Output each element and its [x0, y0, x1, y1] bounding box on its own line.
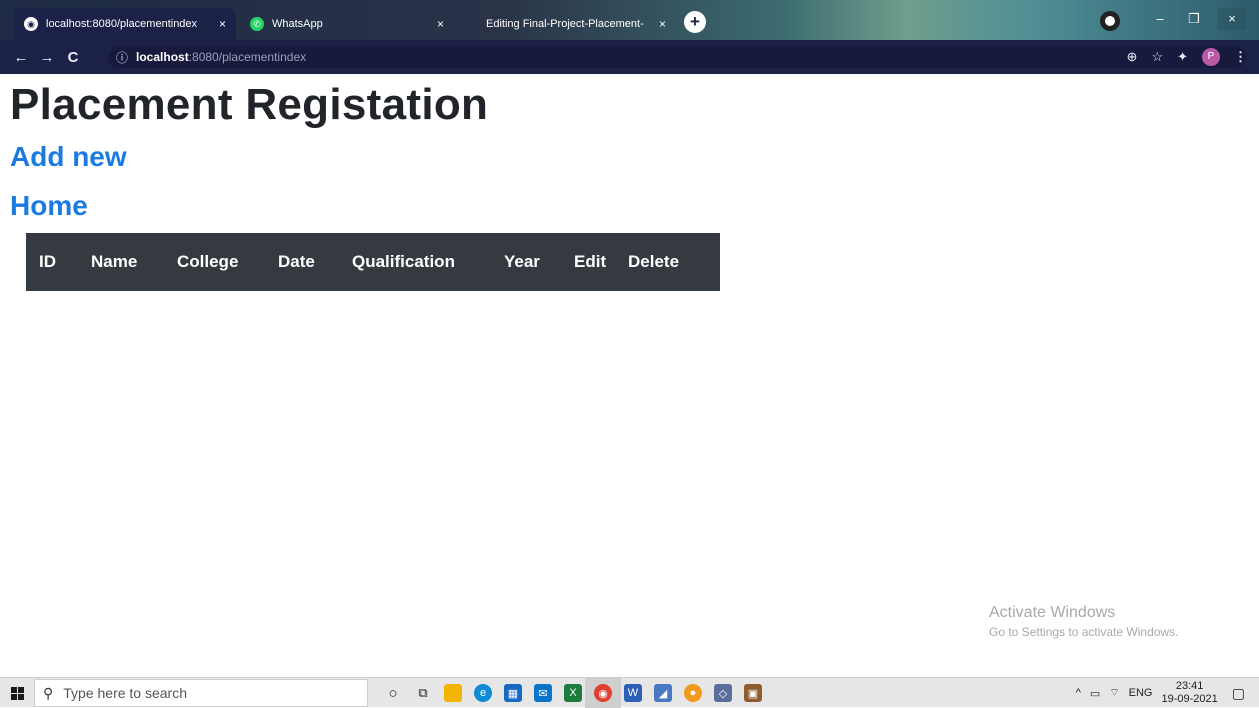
site-info-icon[interactable]: ⓘ [116, 49, 128, 66]
close-tab-icon[interactable]: × [437, 17, 444, 31]
mail-icon[interactable]: ✉ [534, 684, 552, 702]
clock[interactable]: 23:41 19-09-2021 [1161, 680, 1217, 706]
whatsapp-icon: ✆ [250, 17, 264, 31]
tab-title: localhost:8080/placementindex [46, 18, 198, 30]
clock-date: 19-09-2021 [1161, 693, 1218, 705]
cortana-icon[interactable]: ○ [384, 684, 402, 702]
page-title: Placement Registation [10, 80, 489, 129]
zoom-icon[interactable]: ⊕ [1127, 49, 1138, 65]
restore-button[interactable]: ❐ [1180, 8, 1208, 30]
search-icon: ⚲ [43, 684, 54, 701]
forward-icon[interactable]: → [36, 49, 58, 66]
column-header-college: College [177, 252, 239, 271]
app-icon[interactable]: ◢ [654, 684, 672, 702]
column-header-id: ID [39, 252, 56, 271]
app-icon[interactable]: ▣ [744, 684, 762, 702]
tab-editing-project[interactable]: Editing Final-Project-Placement- × [462, 8, 676, 40]
close-tab-icon[interactable]: × [659, 17, 666, 31]
close-window-button[interactable]: × [1218, 8, 1246, 30]
start-button[interactable] [0, 678, 34, 708]
reload-icon[interactable]: C [62, 49, 84, 66]
new-tab-button[interactable]: + [684, 11, 706, 33]
tab-placementindex[interactable]: ◉ localhost:8080/placementindex × [14, 8, 236, 40]
taskbar-search[interactable]: ⚲ Type here to search [34, 679, 368, 707]
watermark-title: Activate Windows [989, 604, 1116, 621]
column-header-delete: Delete [628, 252, 680, 271]
tab-title: Editing Final-Project-Placement- [486, 18, 644, 30]
tab-whatsapp[interactable]: ✆ WhatsApp × [240, 8, 454, 40]
placement-table: ID Name College Date Qualification Year … [26, 233, 720, 291]
extensions-icon[interactable]: ✦ [1177, 49, 1188, 65]
store-icon[interactable]: ▦ [504, 684, 522, 702]
column-header-name: Name [91, 252, 138, 271]
address-bar[interactable]: ⓘ localhost:8080/placementindex [108, 46, 1246, 68]
watermark-subtitle: Go to Settings to activate Windows. [989, 625, 1179, 639]
table-header: ID Name College Date Qualification Year … [26, 233, 720, 291]
bookmark-star-icon[interactable]: ☆ [1151, 49, 1163, 65]
toolbar-actions: ⊕ ☆ ✦ P ⋮ [1127, 40, 1247, 74]
menu-icon[interactable]: ⋮ [1234, 49, 1247, 65]
table-header-row: ID Name College Date Qualification Year … [26, 233, 720, 291]
excel-icon[interactable]: X [564, 684, 582, 702]
globe-icon: ◉ [24, 17, 38, 31]
battery-icon[interactable]: ▭ [1090, 687, 1100, 700]
search-placeholder: Type here to search [63, 685, 188, 701]
edge-icon[interactable]: e [474, 684, 492, 702]
show-hidden-icons[interactable]: ^ [1076, 687, 1081, 699]
notifications-icon[interactable]: ▢ [1232, 685, 1245, 702]
column-header-qualification: Qualification [352, 252, 455, 271]
back-icon[interactable]: ← [10, 49, 32, 66]
column-header-date: Date [278, 252, 315, 271]
add-new-link[interactable]: Add new [10, 141, 127, 173]
windows-logo-icon [10, 686, 24, 700]
vscode-icon[interactable]: ◇ [714, 684, 732, 702]
wifi-icon[interactable]: ⌔ [1109, 686, 1119, 700]
language-indicator[interactable]: ENG [1129, 687, 1153, 699]
activate-windows-watermark: Activate Windows Go to Settings to activ… [989, 604, 1178, 639]
task-view-icon[interactable]: ⧉ [414, 684, 432, 702]
column-header-year: Year [504, 252, 540, 271]
close-tab-icon[interactable]: × [219, 17, 226, 31]
minimize-button[interactable]: – [1146, 8, 1174, 30]
browser-tab-strip: ◉ localhost:8080/placementindex × ✆ What… [0, 0, 1259, 40]
tab-title: WhatsApp [272, 18, 323, 30]
chrome-profile-icon[interactable] [1100, 11, 1120, 31]
file-explorer-icon[interactable] [444, 684, 462, 702]
url-path: :8080/placementindex [188, 50, 307, 64]
chrome-canary-icon[interactable]: ● [684, 684, 702, 702]
home-link[interactable]: Home [10, 190, 88, 222]
system-tray: ^ ▭ ⌔ ENG 23:41 19-09-2021 ▢ [1076, 678, 1259, 708]
url-host: localhost [136, 50, 189, 64]
clock-time: 23:41 [1175, 680, 1204, 692]
chrome-icon[interactable]: ◉ [594, 684, 612, 702]
profile-avatar[interactable]: P [1202, 48, 1220, 66]
word-icon[interactable]: W [624, 684, 642, 702]
column-header-edit: Edit [574, 252, 607, 271]
windows-taskbar: ⚲ Type here to search ○ ⧉ e ▦ ✉ X ◉ W ◢ … [0, 677, 1259, 708]
